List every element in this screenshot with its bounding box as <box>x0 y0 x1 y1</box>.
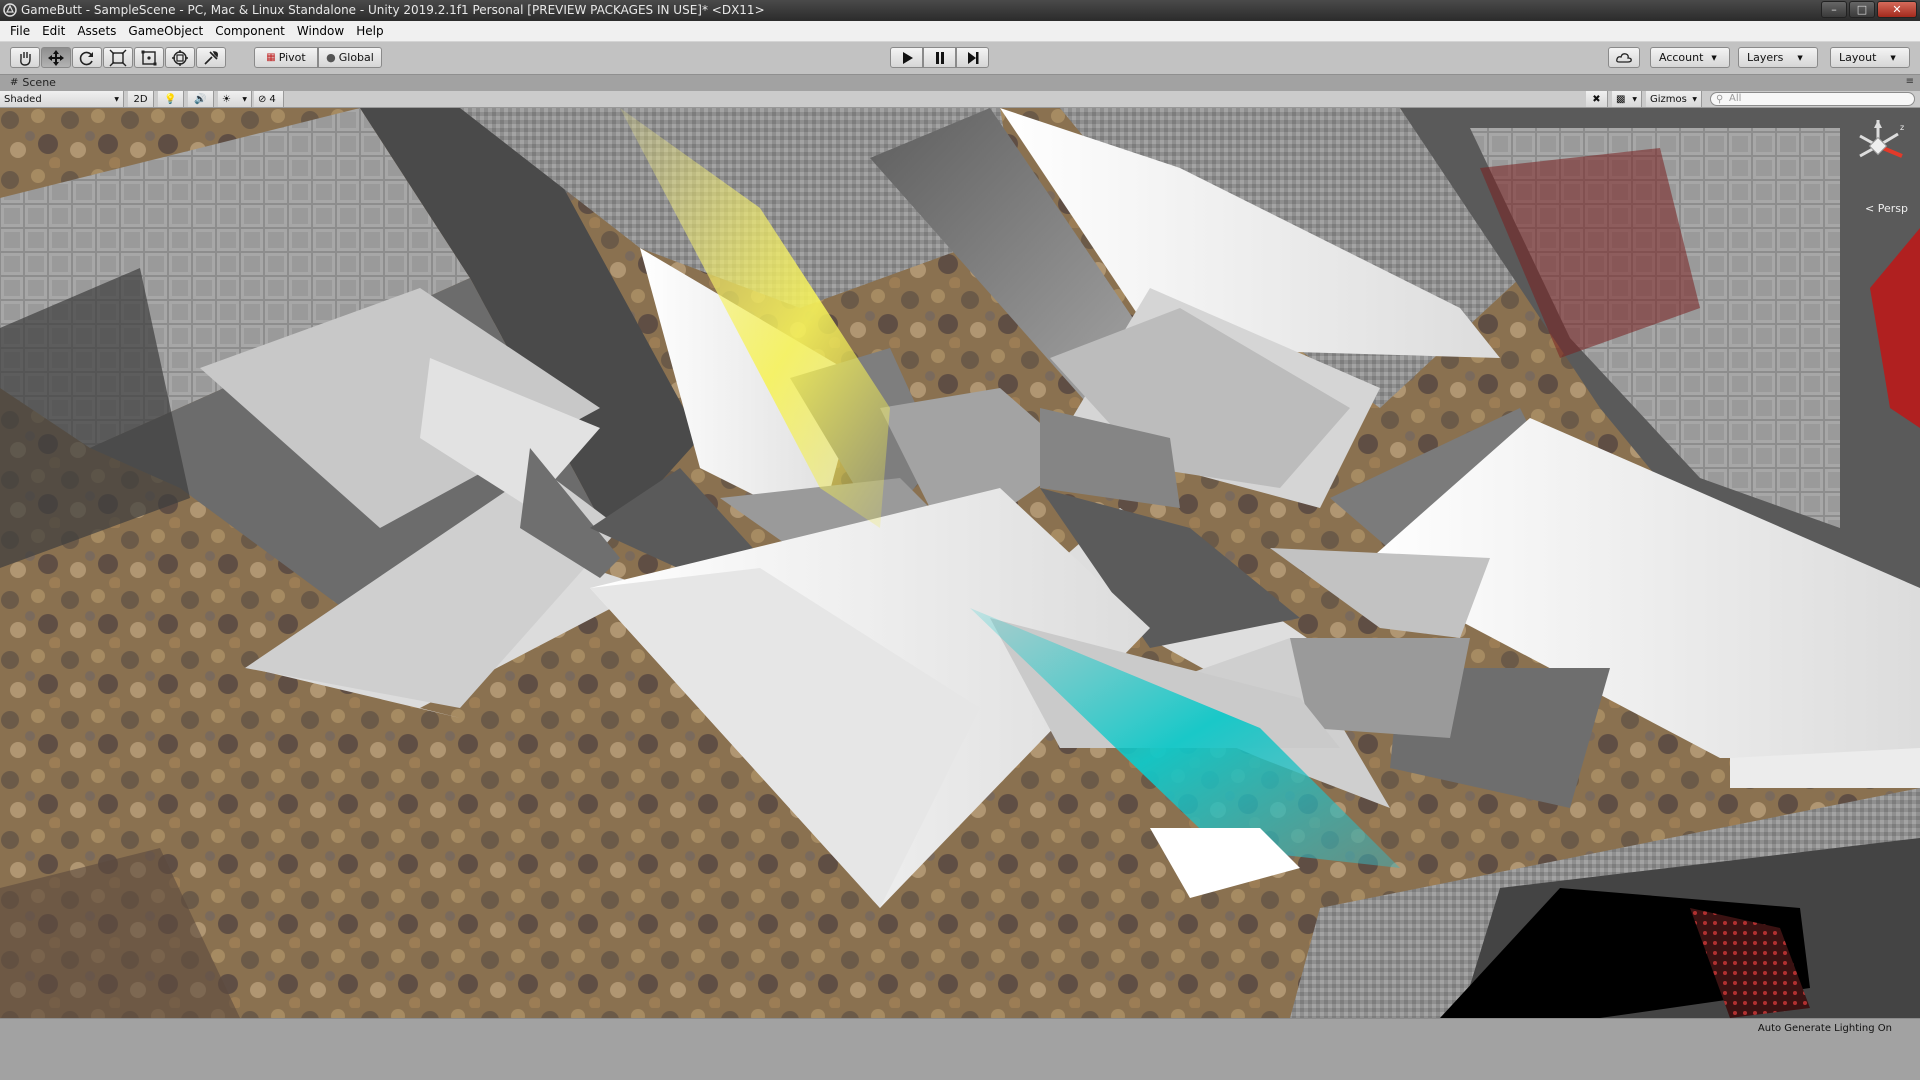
gizmos-label: Gizmos <box>1650 93 1687 105</box>
speaker-icon: 🔊 <box>194 93 207 105</box>
menu-assets[interactable]: Assets <box>71 22 122 41</box>
layers-dropdown[interactable]: Layers ▼ <box>1738 47 1818 68</box>
global-label: Global <box>338 51 374 64</box>
rect-transform-icon <box>141 50 157 65</box>
chevron-down-icon: ▼ <box>1632 95 1637 103</box>
minimize-icon: – <box>1831 3 1837 16</box>
menu-help[interactable]: Help <box>350 22 389 41</box>
scene-tab-label: Scene <box>22 76 56 89</box>
move-tool-button[interactable] <box>41 47 71 68</box>
scene-toolbar: Shaded ▼ 2D 💡 🔊 ☀ ▼ ⊘ 4 ✖ ▩ ▼ Gizmos ▼ ⚲… <box>0 91 1920 108</box>
camera-icon: ▩ <box>1616 93 1626 105</box>
pivot-icon: ▦ <box>266 52 276 63</box>
maximize-button[interactable]: □ <box>1849 1 1875 18</box>
global-icon: ● <box>326 51 336 64</box>
menu-file[interactable]: File <box>4 22 36 41</box>
hierarchy-search[interactable]: ⚲ All <box>1710 92 1915 106</box>
status-bar: Auto Generate Lighting On <box>0 1018 1920 1080</box>
scene-grid-icon: # <box>10 77 19 88</box>
rect-tool-button[interactable] <box>134 47 164 68</box>
layers-label: Layers <box>1747 51 1784 64</box>
step-icon <box>967 51 978 64</box>
menu-bar: File Edit Assets GameObject Component Wi… <box>0 21 1920 42</box>
chevron-down-icon: ▼ <box>114 95 119 103</box>
scene-tools-button[interactable]: ✖ <box>1586 91 1608 107</box>
lightbulb-icon: 💡 <box>164 93 177 105</box>
play-button[interactable] <box>890 47 923 68</box>
chevron-down-icon: ▼ <box>242 95 247 103</box>
svg-text:z: z <box>1900 123 1904 132</box>
effects-dropdown[interactable]: ☀ ▼ <box>218 91 252 107</box>
2d-label: 2D <box>133 93 148 105</box>
pivot-toggle[interactable]: ▦ Pivot <box>254 47 318 68</box>
tools-icon <box>204 50 218 65</box>
step-button[interactable] <box>956 47 989 68</box>
minimize-button[interactable]: – <box>1821 1 1847 18</box>
shading-mode-label: Shaded <box>4 93 42 105</box>
layout-label: Layout <box>1839 51 1877 64</box>
hidden-objects-toggle[interactable]: ⊘ 4 <box>254 91 284 107</box>
effects-icon: ☀ <box>222 93 231 105</box>
projection-label[interactable]: < Persp <box>1865 202 1908 215</box>
play-icon <box>902 51 913 64</box>
move-icon <box>48 49 64 66</box>
chevron-down-icon: ▼ <box>1890 53 1896 62</box>
camera-settings-dropdown[interactable]: ▩ ▼ <box>1612 91 1642 107</box>
scene-viewport[interactable]: z < Persp <box>0 108 1920 1018</box>
close-icon: ✕ <box>1892 3 1902 16</box>
unity-logo-icon <box>3 3 17 17</box>
menu-window[interactable]: Window <box>291 22 350 41</box>
scene-tab-bar: # Scene ≡ <box>0 74 1920 91</box>
hidden-count: 4 <box>269 93 276 105</box>
hand-tool-button[interactable] <box>10 47 40 68</box>
close-button[interactable]: ✕ <box>1877 1 1917 18</box>
orientation-gizmo-icon[interactable]: z <box>1846 116 1910 198</box>
collab-cloud-button[interactable] <box>1608 47 1640 68</box>
chevron-down-icon: ▼ <box>1797 53 1803 62</box>
menu-edit[interactable]: Edit <box>36 22 71 41</box>
tools-icon: ✖ <box>1592 93 1601 105</box>
pause-icon <box>935 51 944 64</box>
search-placeholder: All <box>1729 93 1742 104</box>
search-icon: ⚲ <box>1716 94 1724 105</box>
pivot-label: Pivot <box>278 51 306 64</box>
gizmos-dropdown[interactable]: Gizmos ▼ <box>1646 91 1702 107</box>
tab-menu-icon[interactable]: ≡ <box>1906 76 1914 87</box>
transform-icon <box>172 49 188 66</box>
rotate-tool-button[interactable] <box>72 47 102 68</box>
menu-component[interactable]: Component <box>209 22 291 41</box>
chevron-down-icon: ▼ <box>1692 95 1697 103</box>
eye-hidden-icon: ⊘ <box>258 93 267 105</box>
menu-gameobject[interactable]: GameObject <box>122 22 209 41</box>
chevron-down-icon: ▼ <box>1711 53 1717 62</box>
account-label: Account <box>1659 51 1704 64</box>
main-toolbar: ▦ Pivot ● Global Account ▼ Layers ▼ Layo… <box>0 42 1920 74</box>
account-dropdown[interactable]: Account ▼ <box>1650 47 1730 68</box>
tab-scene[interactable]: # Scene <box>10 76 56 89</box>
layout-dropdown[interactable]: Layout ▼ <box>1830 47 1910 68</box>
shading-mode-dropdown[interactable]: Shaded ▼ <box>0 91 124 107</box>
audio-toggle[interactable]: 🔊 <box>188 91 214 107</box>
cloud-icon <box>1616 52 1632 63</box>
pause-button[interactable] <box>923 47 956 68</box>
2d-toggle[interactable]: 2D <box>128 91 154 107</box>
global-toggle[interactable]: ● Global <box>318 47 382 68</box>
maximize-icon: □ <box>1856 3 1868 16</box>
title-bar: GameButt - SampleScene - PC, Mac & Linux… <box>0 0 1920 21</box>
rotate-icon <box>79 51 93 65</box>
status-message: Auto Generate Lighting On <box>1757 1023 1892 1034</box>
window-title: GameButt - SampleScene - PC, Mac & Linux… <box>21 3 765 17</box>
lighting-toggle[interactable]: 💡 <box>158 91 184 107</box>
scale-tool-button[interactable] <box>103 47 133 68</box>
hand-icon <box>20 51 31 66</box>
custom-tool-button[interactable] <box>196 47 226 68</box>
scale-icon <box>109 49 127 66</box>
scene-render <box>0 108 1920 1018</box>
transform-tool-button[interactable] <box>165 47 195 68</box>
